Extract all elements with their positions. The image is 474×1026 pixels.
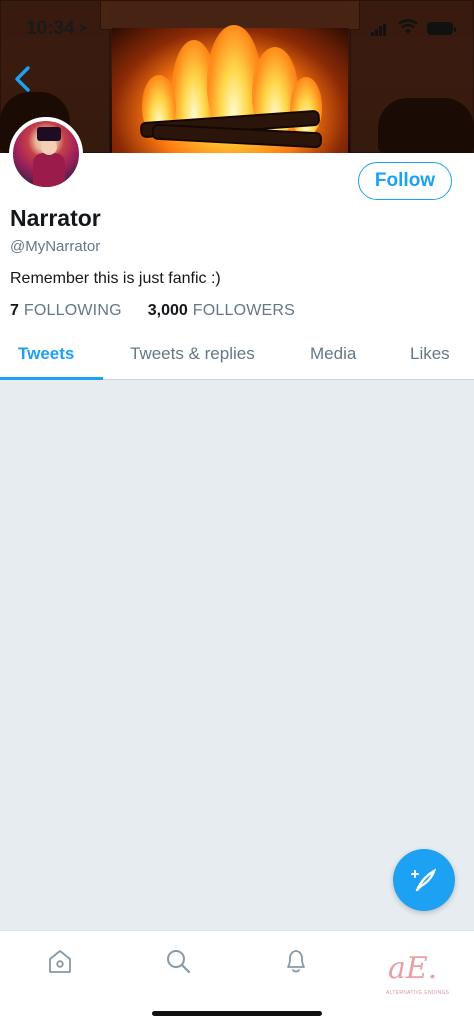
profile-stats: 7 FOLLOWING 3,000 FOLLOWERS	[10, 302, 295, 320]
tab-media[interactable]: Media	[310, 344, 356, 364]
following-count: 7	[10, 302, 19, 319]
profile-handle: @MyNarrator	[10, 238, 101, 255]
location-arrow-icon: ➤	[78, 20, 89, 35]
search-icon[interactable]	[164, 947, 192, 975]
watermark-text: aE.	[388, 951, 438, 986]
following-label: FOLLOWING	[23, 302, 122, 319]
status-bar: 10:34 ➤	[0, 0, 474, 54]
avatar[interactable]	[9, 117, 83, 191]
timeline[interactable]	[0, 380, 474, 930]
back-button[interactable]	[10, 62, 38, 96]
bottom-nav: aE. ALTERNATIVE ENDINGS	[0, 930, 474, 1026]
followers-label: FOLLOWERS	[192, 302, 296, 319]
tab-tweets-replies[interactable]: Tweets & replies	[130, 344, 255, 364]
battery-icon	[427, 22, 456, 35]
watermark-logo: aE. ALTERNATIVE ENDINGS	[386, 951, 452, 1001]
profile-bio: Remember this is just fanfic :)	[10, 270, 221, 287]
tab-tweets[interactable]: Tweets	[18, 344, 74, 364]
tab-likes[interactable]: Likes	[410, 344, 450, 364]
compose-tweet-button[interactable]	[393, 849, 455, 911]
watermark-subtext: ALTERNATIVE ENDINGS	[386, 990, 450, 996]
status-time: 10:34	[26, 18, 75, 39]
home-indicator[interactable]	[152, 1011, 322, 1016]
profile-name: Narrator	[10, 205, 101, 231]
follow-button[interactable]: Follow	[358, 162, 452, 200]
compose-feather-icon	[411, 868, 437, 892]
home-icon[interactable]	[46, 947, 74, 975]
wifi-icon	[398, 19, 418, 34]
followers-stat[interactable]: 3,000 FOLLOWERS	[148, 302, 295, 320]
followers-count: 3,000	[147, 302, 188, 319]
notifications-icon[interactable]	[282, 947, 310, 975]
following-stat[interactable]: 7 FOLLOWING	[10, 302, 122, 320]
profile-tabs: Tweets Tweets & replies Media Likes	[0, 330, 474, 380]
cellular-signal-icon	[371, 24, 387, 36]
